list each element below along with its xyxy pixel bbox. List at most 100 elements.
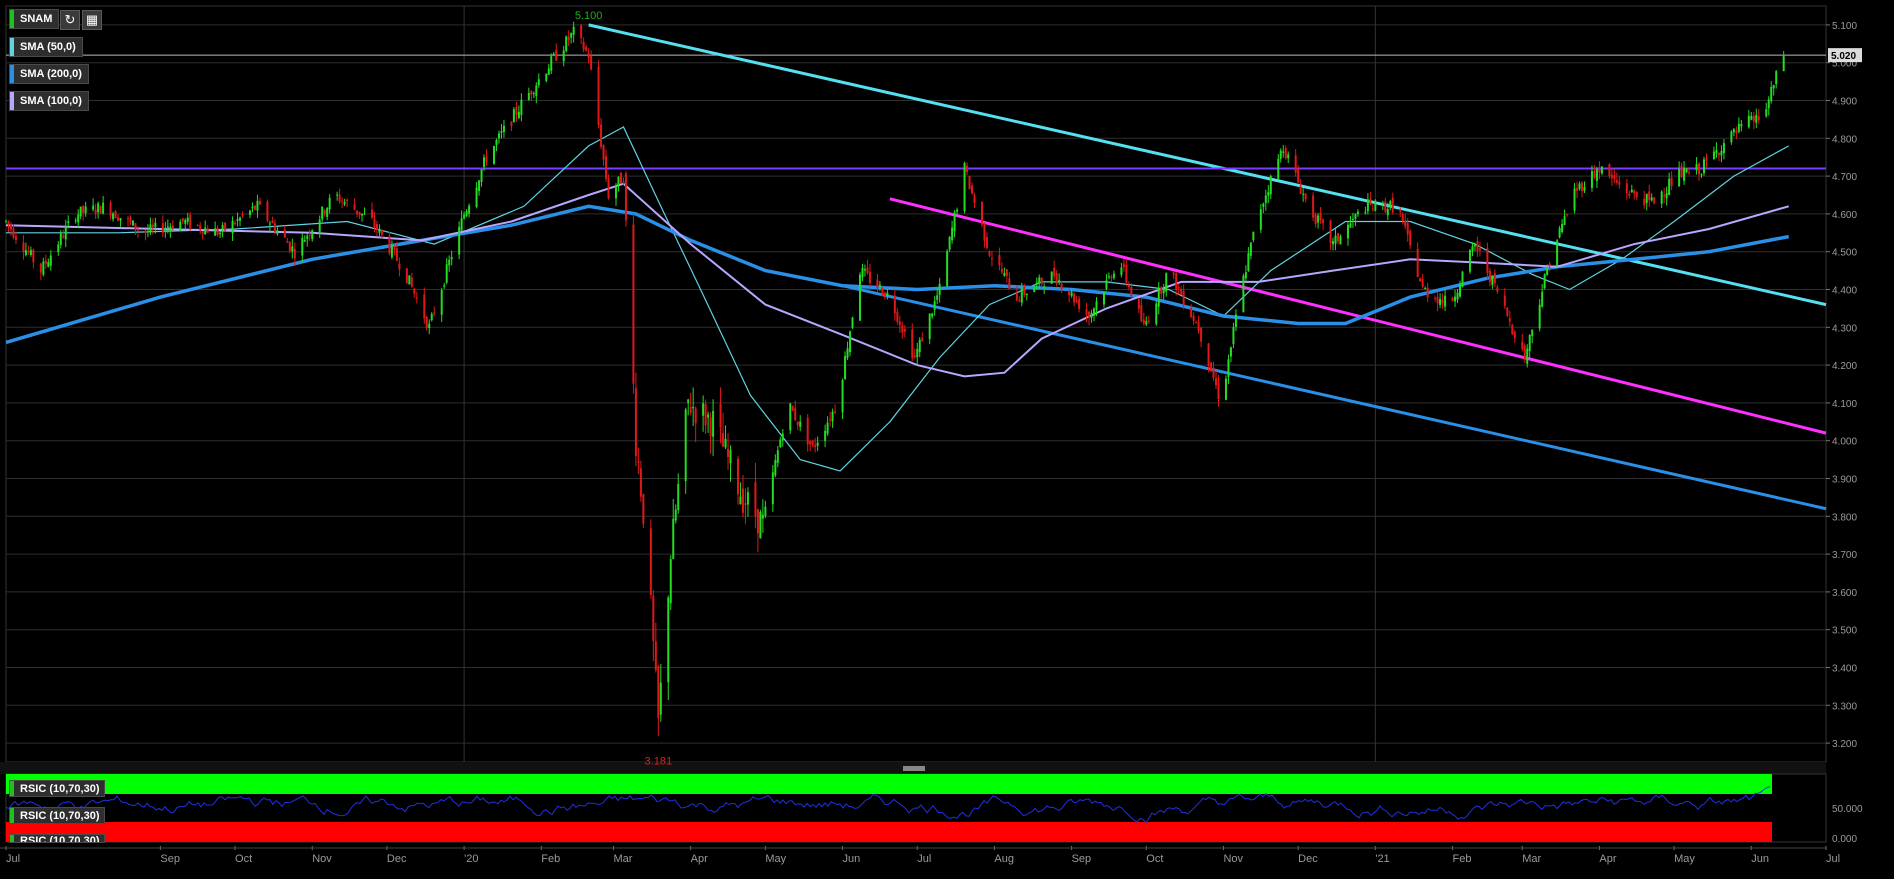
refresh-button[interactable]: ↻ (60, 10, 80, 30)
candle-body (532, 93, 535, 95)
candle-body (1546, 267, 1549, 276)
candle-body (1643, 198, 1646, 206)
chart-area[interactable]: 50.000 0.000 3.200 3.300 3.400 3.500 3.600 3.7… (0, 0, 1894, 874)
candle-body (1705, 157, 1708, 162)
candle-body (179, 221, 182, 232)
candle-body (512, 109, 515, 123)
candle-body (1304, 193, 1307, 200)
y-tick-label: 3.800 (1832, 512, 1857, 523)
candle-body (931, 313, 934, 317)
candle-body (617, 176, 620, 185)
indicator-tag-sma200[interactable]: SMA (200,0) (9, 64, 89, 84)
candle-body (1369, 198, 1372, 205)
candle-body (433, 312, 436, 314)
annotation-label: 5.100 (575, 10, 603, 22)
candle-body (1025, 293, 1028, 296)
candle-body (624, 173, 627, 221)
candle-body (291, 246, 294, 252)
candle-body (286, 241, 289, 243)
candle-body (694, 408, 697, 424)
candle-body (729, 450, 732, 464)
candle-body (1247, 253, 1250, 271)
candle-body (1374, 200, 1377, 211)
candle-body (1033, 287, 1036, 293)
annotation-label: 3.181 (645, 755, 673, 767)
price-chart[interactable]: 50.000 0.000 3.200 3.300 3.400 3.500 3.600 3.7… (0, 0, 1894, 874)
candle-body (239, 217, 242, 221)
candle-body (1752, 115, 1755, 122)
candle-body (1401, 214, 1404, 221)
candle-body (219, 232, 222, 234)
candle-body (898, 321, 901, 326)
candle-body (789, 403, 792, 431)
candle-body (1329, 220, 1332, 244)
candle-body (94, 209, 97, 214)
candle-body (1259, 209, 1262, 230)
candle-body (1095, 301, 1098, 310)
candle-body (998, 254, 1001, 265)
candle-body (1486, 248, 1489, 273)
candle-body (1775, 71, 1778, 85)
calendar-button[interactable]: ▦ (82, 10, 102, 30)
candle-body (1055, 273, 1058, 284)
candle-body (806, 417, 809, 445)
rsi-tick-0: 0.000 (1832, 834, 1857, 845)
candle-body (283, 229, 286, 238)
candle-body (707, 414, 710, 418)
x-tick-label: Apr (691, 853, 708, 865)
candle-body (1732, 129, 1735, 133)
rsi-tag-1[interactable]: RSIC (10,70,30) (9, 780, 106, 797)
candle-body (849, 331, 852, 353)
candle-body (44, 260, 47, 264)
candle-body (933, 301, 936, 310)
candle-body (1576, 188, 1579, 191)
candle-body (361, 213, 364, 216)
candle-body (266, 201, 269, 221)
candle-body (756, 509, 759, 534)
candle-body (1284, 148, 1287, 159)
candle-body (657, 665, 660, 719)
rsi-tag-3[interactable]: RSIC (10,70,30) (9, 834, 106, 843)
x-tick-label: Oct (235, 853, 252, 865)
rsi-tag-2[interactable]: RSIC (10,70,30) (9, 807, 106, 824)
candle-body (1389, 201, 1392, 207)
candle-body (754, 482, 757, 517)
candle-body (234, 222, 237, 225)
candle-body (1610, 174, 1613, 179)
candle-body (27, 250, 30, 253)
candle-body (1598, 169, 1601, 173)
candle-body (886, 292, 889, 296)
candle-body (672, 518, 675, 559)
candle-body (129, 217, 132, 223)
candle-body (896, 312, 899, 322)
candle-body (1267, 192, 1270, 196)
y-tick-label: 5.100 (1832, 21, 1857, 32)
candle-body (463, 214, 466, 219)
candle-body (9, 224, 12, 230)
symbol-tag[interactable]: SNAM (9, 9, 60, 29)
candle-body (652, 595, 655, 641)
candle-body (1648, 191, 1651, 201)
candle-body (1416, 248, 1419, 277)
candle-body (343, 202, 346, 205)
indicator-tag-sma100[interactable]: SMA (100,0) (9, 91, 89, 111)
candle-body (378, 228, 381, 233)
candle-body (983, 222, 986, 241)
x-tick-label: Jul (1826, 853, 1840, 865)
candle-body (1384, 201, 1387, 212)
candle-body (851, 317, 854, 328)
candle-body (393, 247, 396, 250)
candle-body (114, 211, 117, 219)
candle-body (1085, 309, 1088, 315)
x-tick-label: Mar (1522, 853, 1541, 865)
candle-body (607, 177, 610, 199)
candle-body (634, 388, 637, 457)
candle-body (102, 202, 105, 214)
candle-body (1528, 334, 1531, 352)
candle-body (1668, 178, 1671, 195)
candle-body (1750, 115, 1753, 120)
indicator-tag-sma50[interactable]: SMA (50,0) (9, 37, 83, 57)
candle-body (1735, 130, 1738, 134)
candle-body (1088, 311, 1091, 318)
candle-body (963, 163, 966, 212)
